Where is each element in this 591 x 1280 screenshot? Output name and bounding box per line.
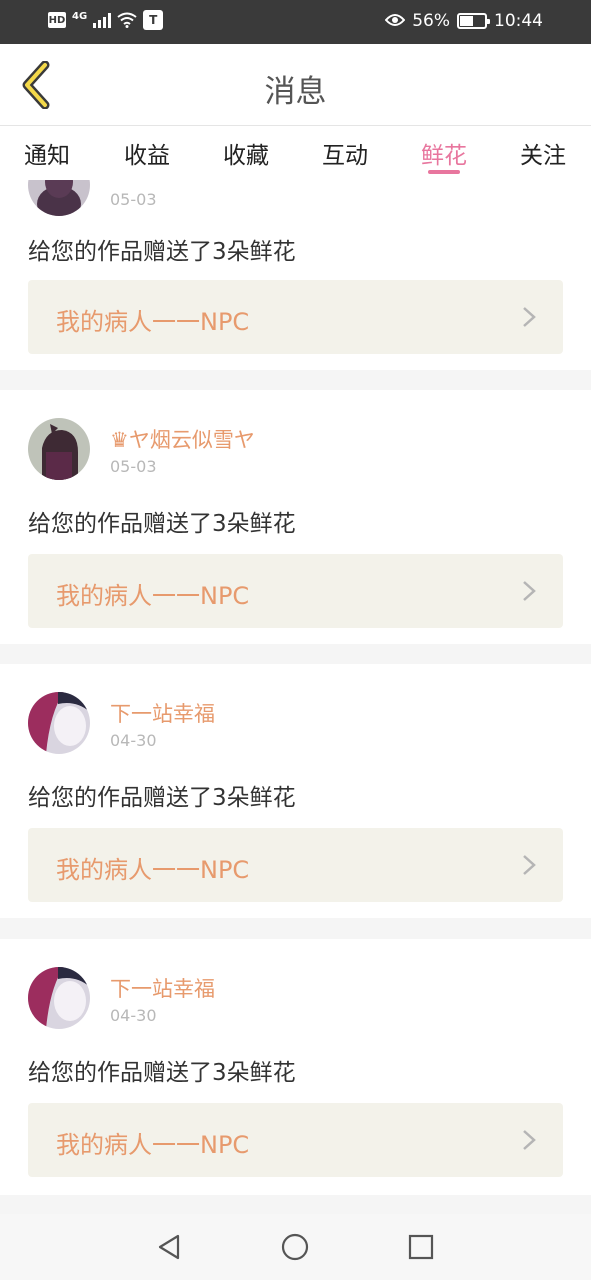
avatar[interactable] xyxy=(28,180,90,216)
work-title: 我的病人一一NPC xyxy=(56,582,250,610)
system-nav-bar xyxy=(0,1214,591,1280)
message-text: 给您的作品赠送了3朵鲜花 xyxy=(28,239,296,265)
work-link[interactable]: 我的病人一一NPC xyxy=(28,1103,563,1177)
username[interactable]: 下一站幸福 xyxy=(110,698,215,728)
battery-percent: 56% xyxy=(412,11,450,31)
header: 消息 xyxy=(0,44,591,126)
date: 05-03 xyxy=(110,190,157,209)
square-recents-icon[interactable] xyxy=(406,1232,436,1262)
message-text: 给您的作品赠送了3朵鲜花 xyxy=(28,1060,296,1086)
chevron-right-icon xyxy=(523,307,536,327)
circle-home-icon[interactable] xyxy=(280,1232,310,1262)
clock: 10:44 xyxy=(494,11,543,31)
eye-comfort-icon xyxy=(384,12,406,31)
date: 04-30 xyxy=(110,731,157,750)
tab-notifications[interactable]: 通知 xyxy=(24,136,70,170)
tab-favorites[interactable]: 收藏 xyxy=(223,136,269,170)
page-title: 消息 xyxy=(264,74,327,110)
work-title: 我的病人一一NPC xyxy=(56,1131,250,1159)
work-link[interactable]: 我的病人一一NPC xyxy=(28,554,563,628)
signal-icon xyxy=(93,12,112,28)
list-item: 05-03 给您的作品赠送了3朵鲜花 我的病人一一NPC xyxy=(0,180,591,370)
chevron-right-icon xyxy=(523,855,536,875)
tab-interactions[interactable]: 互动 xyxy=(322,136,368,170)
tab-earnings[interactable]: 收益 xyxy=(124,136,170,170)
work-link[interactable]: 我的病人一一NPC xyxy=(28,280,563,354)
list-item: 下一站幸福 04-30 给您的作品赠送了3朵鲜花 我的病人一一NPC xyxy=(0,664,591,918)
notification-list: 05-03 给您的作品赠送了3朵鲜花 我的病人一一NPC ♛ヤ烟云似雪ヤ 05-… xyxy=(0,180,591,1214)
chevron-right-icon xyxy=(523,1130,536,1150)
work-title: 我的病人一一NPC xyxy=(56,856,250,884)
tab-bar: 通知 收益 收藏 互动 鲜花 关注 xyxy=(0,126,591,180)
status-bar: HD 4G T 56% 10:44 xyxy=(0,0,591,44)
message-text: 给您的作品赠送了3朵鲜花 xyxy=(28,511,296,537)
app-notification-icon: T xyxy=(143,10,164,30)
triangle-back-icon[interactable] xyxy=(154,1232,184,1262)
work-title: 我的病人一一NPC xyxy=(56,308,250,336)
work-link[interactable]: 我的病人一一NPC xyxy=(28,828,563,902)
battery-level xyxy=(460,16,473,26)
list-item: ♛ヤ烟云似雪ヤ 05-03 给您的作品赠送了3朵鲜花 我的病人一一NPC xyxy=(0,390,591,644)
tab-flowers[interactable]: 鲜花 xyxy=(421,136,467,170)
avatar[interactable] xyxy=(28,418,90,480)
list-item: 下一站幸福 04-30 给您的作品赠送了3朵鲜花 我的病人一一NPC xyxy=(0,939,591,1195)
active-tab-indicator xyxy=(428,170,460,174)
hd-icon: HD xyxy=(48,12,66,28)
username[interactable]: ♛ヤ烟云似雪ヤ xyxy=(110,424,255,454)
network-type: 4G xyxy=(72,10,88,22)
wifi-icon xyxy=(117,12,137,28)
date: 04-30 xyxy=(110,1006,157,1025)
date: 05-03 xyxy=(110,457,157,476)
message-text: 给您的作品赠送了3朵鲜花 xyxy=(28,785,296,811)
battery-icon xyxy=(457,13,490,29)
chevron-right-icon xyxy=(523,581,536,601)
avatar[interactable] xyxy=(28,692,90,754)
username[interactable]: 下一站幸福 xyxy=(110,973,215,1003)
tab-following[interactable]: 关注 xyxy=(520,136,566,170)
avatar[interactable] xyxy=(28,967,90,1029)
